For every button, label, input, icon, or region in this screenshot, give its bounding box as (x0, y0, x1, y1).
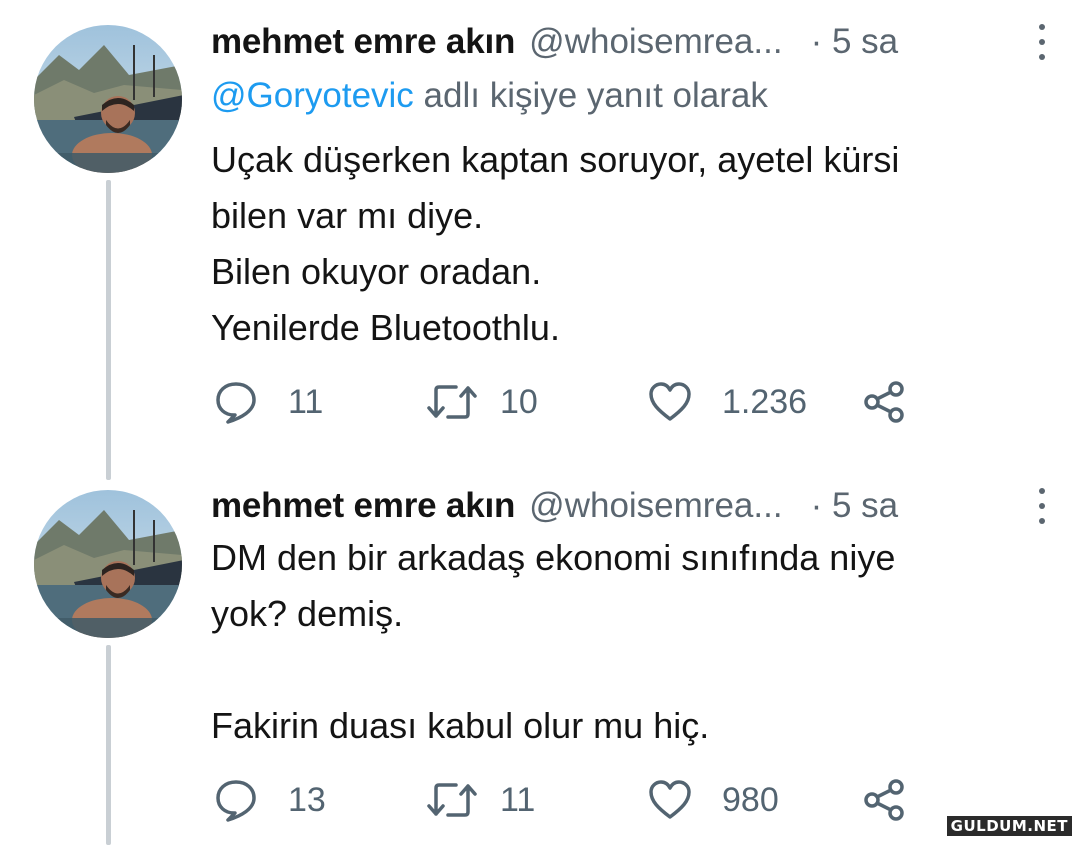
share-button[interactable] (862, 380, 908, 424)
tweet-actions: 11 10 1.236 (214, 380, 914, 424)
retweet-count: 10 (500, 382, 538, 421)
more-vertical-icon[interactable] (1030, 24, 1054, 60)
thread-line-top (106, 180, 111, 480)
speech-bubble-icon (216, 382, 256, 424)
avatar[interactable] (34, 25, 182, 173)
speech-bubble-icon (216, 780, 256, 822)
tweet-header: mehmet emre akın @whoisemrea... · 5 sa (211, 20, 1045, 64)
retweet-icon (427, 783, 477, 817)
thread-line-bottom (106, 645, 111, 845)
watermark: GULDUM.NET (946, 816, 1072, 836)
author-name[interactable]: mehmet emre akın (211, 486, 515, 526)
tweet-actions: 13 11 980 (214, 778, 914, 822)
share-button[interactable] (862, 778, 908, 822)
author-handle[interactable]: @whoisemrea... (529, 486, 782, 526)
more-vertical-icon[interactable] (1030, 488, 1054, 524)
retweet-icon (427, 385, 477, 419)
like-button[interactable]: 1.236 (648, 380, 807, 424)
share-icon (864, 381, 904, 423)
like-button[interactable]: 980 (648, 778, 779, 822)
mention-link[interactable]: @Goryotevic (211, 76, 414, 115)
tweet-text: DM den bir arkadaş ekonomi sınıfında niy… (211, 537, 896, 746)
heart-icon (649, 780, 691, 819)
avatar[interactable] (34, 490, 182, 638)
tweet-text: Uçak düşerken kaptan soruyor, ayetel kür… (211, 139, 900, 348)
reply-context: @Goryotevic adlı kişiye yanıt olarak (211, 76, 768, 116)
author-name[interactable]: mehmet emre akın (211, 22, 515, 62)
tweet-time[interactable]: · 5 sa (811, 486, 899, 526)
retweet-button[interactable]: 10 (426, 380, 538, 424)
reply-count: 13 (288, 780, 326, 819)
share-icon (864, 779, 904, 821)
tweet-header: mehmet emre akın @whoisemrea... · 5 sa (211, 484, 1045, 528)
retweet-button[interactable]: 11 (426, 778, 535, 822)
avatar-photo (34, 490, 182, 638)
reply-button[interactable]: 11 (214, 380, 323, 424)
author-handle[interactable]: @whoisemrea... (529, 22, 782, 62)
avatar-photo (34, 25, 182, 173)
reply-context-label: adlı kişiye yanıt olarak (413, 76, 768, 115)
heart-icon (649, 382, 691, 421)
like-count: 980 (722, 780, 779, 819)
reply-button[interactable]: 13 (214, 778, 326, 822)
like-count: 1.236 (722, 382, 808, 421)
reply-count: 11 (288, 382, 324, 421)
retweet-count: 11 (500, 780, 536, 819)
tweet-time[interactable]: · 5 sa (811, 22, 899, 62)
